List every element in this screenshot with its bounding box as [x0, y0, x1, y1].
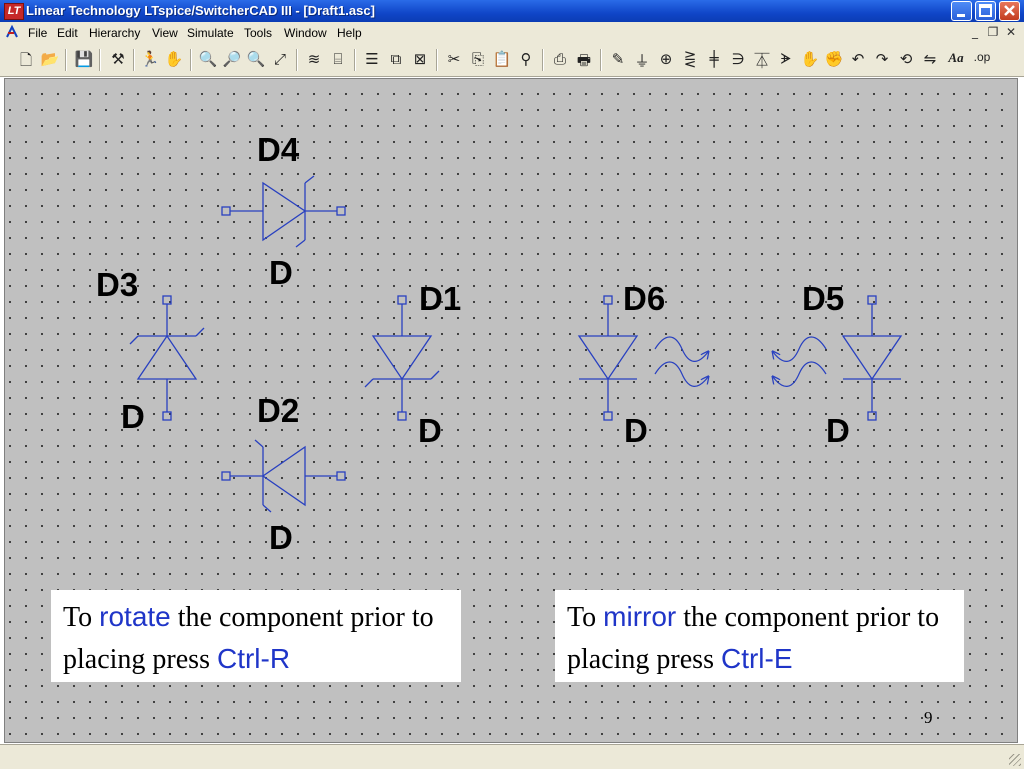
pin-d4-anode [221, 206, 231, 216]
diode-d5[interactable] [841, 295, 903, 421]
d6-value-label[interactable]: D [624, 414, 648, 447]
wavy-arrows-d6 [654, 336, 708, 387]
pin-d3-top [162, 295, 172, 305]
pin-d5-bottom [867, 411, 877, 421]
ctrl-r-shortcut: Ctrl-R [216, 643, 291, 674]
d4-ref-label[interactable]: D4 [257, 133, 299, 166]
mirror-keyword: mirror [603, 601, 677, 632]
page-number: 9 [924, 708, 933, 727]
diode-d4[interactable] [221, 175, 346, 248]
pin-d2-left [221, 471, 231, 481]
rotate-note: To rotate the component prior to placing… [51, 590, 461, 682]
d5-value-label[interactable]: D [826, 414, 850, 447]
d2-value-label[interactable]: D [269, 521, 293, 554]
status-bar [0, 744, 1024, 769]
mirror-note: To mirror the component prior to placing… [555, 590, 964, 682]
pin-d1-bottom [397, 411, 407, 421]
d2-ref-label[interactable]: D2 [257, 394, 299, 427]
pin-d2-right [336, 471, 346, 481]
pin-d5-top [867, 295, 877, 305]
d1-ref-label[interactable]: D1 [419, 282, 461, 315]
pin-d6-bottom [603, 411, 613, 421]
d5-ref-label[interactable]: D5 [802, 282, 844, 315]
pin-d6-top [603, 295, 613, 305]
pin-d3-bottom [162, 411, 172, 421]
d4-value-label[interactable]: D [269, 256, 293, 289]
d3-value-label[interactable]: D [121, 400, 145, 433]
ctrl-e-shortcut: Ctrl-E [720, 643, 793, 674]
d3-ref-label[interactable]: D3 [96, 268, 138, 301]
pin-d1-top [397, 295, 407, 305]
wavy-arrows-d5 [773, 336, 827, 387]
diode-d2[interactable] [221, 439, 346, 513]
rotate-keyword: rotate [99, 601, 171, 632]
pin-d4-cathode [336, 206, 346, 216]
resize-grip-icon[interactable] [1009, 754, 1021, 766]
d6-ref-label[interactable]: D6 [623, 282, 665, 315]
d1-value-label[interactable]: D [418, 414, 442, 447]
